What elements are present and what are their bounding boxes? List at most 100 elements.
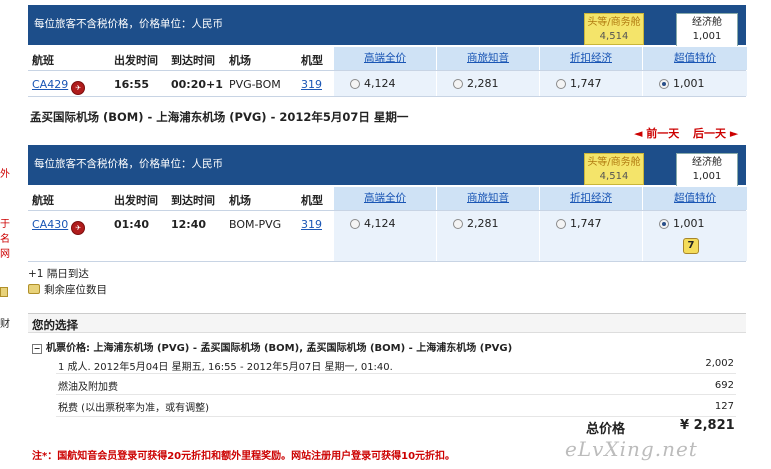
edge-fragment-2: 于 (0, 219, 10, 230)
flight-number-cell: CA430 ✈ (32, 218, 86, 235)
fare-cell[interactable]: 2,281 (436, 211, 539, 261)
flight-number-link[interactable]: CA429 (32, 78, 68, 91)
member-discount-note: 注*：国航知音会员登录可获得20元折扣和额外里程奖励。网站注册用户登录可获得10… (32, 451, 456, 462)
fare-price: 1,001 (673, 77, 705, 90)
next-day-link[interactable]: 后一天 ► (693, 125, 738, 141)
selection-details: − 机票价格: 上海浦东机场 (PVG) - 孟买国际机场 (BOM), 孟买国际… (28, 332, 746, 441)
fuel-surcharge-amount: 692 (714, 380, 734, 391)
departure-time: 16:55 (114, 78, 150, 91)
fare-radio[interactable] (453, 79, 463, 89)
fare-cell-selected[interactable]: 1,001 (642, 71, 747, 96)
tax-amount: 127 (714, 401, 734, 412)
fare-cell[interactable]: 4,124 (333, 211, 436, 261)
your-selection-title: 您的选择 (32, 318, 78, 332)
col-arrival: 到达时间 (171, 54, 215, 67)
col-airport: 机场 (229, 194, 251, 207)
fare-price: 1,001 (673, 217, 705, 230)
cabin-tab-business[interactable]: 头等/商务舱 4,514 (584, 153, 644, 185)
aircraft-type-link[interactable]: 319 (301, 218, 322, 231)
fare-radio-selected[interactable] (659, 219, 669, 229)
fare-class-premium[interactable]: 高端全价 (333, 47, 436, 70)
fare-radio[interactable] (556, 219, 566, 229)
fare-cell[interactable]: 1,747 (539, 211, 642, 261)
ticket-summary-text: 机票价格: 上海浦东机场 (PVG) - 孟买国际机场 (BOM), 孟买国际机… (46, 343, 513, 354)
airport-route: BOM-PVG (229, 218, 282, 231)
airline-logo-icon: ✈ (71, 221, 86, 235)
fare-class-special[interactable]: 超值特价 (642, 47, 747, 70)
fare-price: 4,124 (364, 217, 396, 230)
flight-number-cell: CA429 ✈ (32, 78, 86, 95)
flight-block-outbound: 每位旅客不含税价格，价格单位：人民币 头等/商务舱 4,514 经济舱 1,00… (28, 5, 747, 97)
fare-class-special[interactable]: 超值特价 (642, 187, 747, 210)
fare-class-premium[interactable]: 高端全价 (333, 187, 436, 210)
previous-day-link[interactable]: ◄ 前一天 (634, 125, 679, 141)
cabin-tab-label: 头等/商务舱 (587, 157, 641, 168)
col-airport: 机场 (229, 54, 251, 67)
divider (56, 373, 736, 374)
price-note: 每位旅客不含税价格，价格单位：人民币 (34, 158, 223, 170)
legend-next-day: +1 隔日到达 (28, 268, 89, 280)
fare-price: 1,747 (570, 217, 602, 230)
cabin-tab-business[interactable]: 头等/商务舱 4,514 (584, 13, 644, 45)
col-arrival: 到达时间 (171, 194, 215, 207)
collapse-toggle-icon[interactable]: − (32, 344, 42, 354)
departure-time: 01:40 (114, 218, 150, 231)
fare-cell[interactable]: 2,281 (436, 71, 539, 96)
your-selection-panel: 您的选择 − 机票价格: 上海浦东机场 (PVG) - 孟买国际机场 (BOM),… (28, 313, 746, 441)
fare-radio[interactable] (350, 79, 360, 89)
cabin-tab-economy[interactable]: 经济舱 1,001 (676, 13, 738, 46)
fare-price: 4,124 (364, 77, 396, 90)
passenger-line: 1 成人. 2012年5月04日 星期五, 16:55 - 2012年5月07日… (58, 362, 393, 373)
watermark: eLvXing.net (565, 437, 698, 461)
fare-header-bar: 每位旅客不含税价格，价格单位：人民币 头等/商务舱 4,514 经济舱 1,00… (28, 5, 746, 46)
divider (56, 416, 736, 417)
cabin-tab-price: 4,514 (599, 31, 629, 42)
fare-radio[interactable] (453, 219, 463, 229)
col-departure: 出发时间 (114, 194, 158, 207)
col-aircraft: 机型 (301, 54, 323, 67)
col-aircraft: 机型 (301, 194, 323, 207)
price-note: 每位旅客不含税价格，价格单位：人民币 (34, 18, 223, 30)
fare-class-business-club[interactable]: 商旅知音 (436, 187, 539, 210)
flight-number-link[interactable]: CA430 (32, 218, 68, 231)
fuel-surcharge-label: 燃油及附加费 (58, 382, 118, 393)
cabin-tab-label: 经济舱 (692, 17, 722, 28)
cabin-tab-price: 1,001 (692, 171, 722, 182)
arrival-time: 12:40 (171, 218, 207, 231)
fare-price: 1,747 (570, 77, 602, 90)
fare-radio-selected[interactable] (659, 79, 669, 89)
edge-fragment-3: 名 (0, 234, 10, 245)
airport-route: PVG-BOM (229, 78, 281, 91)
fare-class-discount[interactable]: 折扣经济 (539, 187, 642, 210)
cabin-tab-economy[interactable]: 经济舱 1,001 (676, 153, 738, 186)
edge-icon (0, 287, 8, 297)
column-header-row: 航班 出发时间 到达时间 机场 机型 高端全价 商旅知音 折扣经济 超值特价 (28, 47, 747, 70)
fare-class-business-club[interactable]: 商旅知音 (436, 47, 539, 70)
edge-fragment-5: 财 (0, 319, 10, 330)
fare-price: 2,281 (467, 77, 499, 90)
col-departure: 出发时间 (114, 54, 158, 67)
cabin-tab-label: 经济舱 (692, 157, 722, 168)
arrival-time: 00:20+1 (171, 78, 223, 91)
fare-radio[interactable] (556, 79, 566, 89)
col-flight: 航班 (32, 54, 54, 67)
return-route-title: 孟买国际机场 (BOM) - 上海浦东机场 (PVG) - 2012年5月07日… (30, 110, 409, 124)
tax-label: 税费 (以出票税率为准，或有调整) (58, 403, 209, 414)
fare-class-discount[interactable]: 折扣经济 (539, 47, 642, 70)
cabin-tab-price: 1,001 (692, 31, 722, 42)
passenger-amount: 2,002 (705, 358, 734, 369)
fare-price: 2,281 (467, 217, 499, 230)
flight-row: CA429 ✈ 16:55 00:20+1 PVG-BOM 319 4,124 2… (28, 70, 747, 97)
cabin-tab-label: 头等/商务舱 (587, 17, 641, 28)
legend-seats: 剩余座位数目 (28, 282, 107, 297)
fare-cell[interactable]: 1,747 (539, 71, 642, 96)
fare-radio[interactable] (350, 219, 360, 229)
aircraft-type-link[interactable]: 319 (301, 78, 322, 91)
fare-cell-selected[interactable]: 1,001 7 (642, 211, 747, 261)
fare-header-bar: 每位旅客不含税价格，价格单位：人民币 头等/商务舱 4,514 经济舱 1,00… (28, 145, 746, 186)
edge-fragment-4: 网 (0, 249, 10, 260)
edge-fragment-1: 外 (0, 169, 10, 180)
seat-count-icon (28, 284, 40, 294)
legend-seats-text: 剩余座位数目 (44, 284, 107, 296)
fare-cell[interactable]: 4,124 (333, 71, 436, 96)
